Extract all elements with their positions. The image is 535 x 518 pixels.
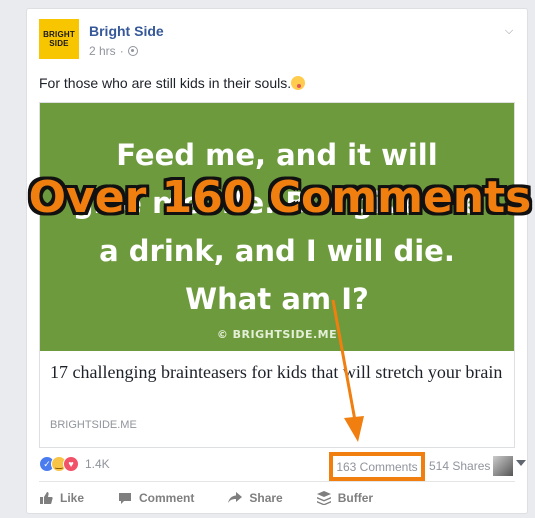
- reactions-count: 1.4K: [85, 457, 110, 471]
- overlay-annotation-label: Over 160 Comments: [28, 172, 532, 223]
- viewer-avatar[interactable]: [493, 456, 513, 476]
- image-watermark: © BRIGHTSIDE.ME: [216, 328, 338, 341]
- page-name-link[interactable]: Bright Side: [89, 23, 164, 39]
- post-timestamp[interactable]: 2 hrs: [89, 44, 116, 58]
- buffer-label: Buffer: [337, 491, 374, 505]
- share-label: Share: [249, 491, 283, 505]
- shares-count-link[interactable]: 514 Shares: [429, 459, 490, 473]
- post-header: BRIGHT SIDE Bright Side 2 hrs · ⌵: [39, 19, 515, 61]
- comments-count-link[interactable]: 163 Comments: [329, 452, 425, 481]
- caret-down-icon[interactable]: [516, 460, 526, 466]
- riddle-text: Feed me, and it will give me life. But g…: [40, 131, 514, 323]
- avatar-logo-text-1: BRIGHT: [43, 30, 75, 39]
- like-button[interactable]: Like: [39, 491, 84, 505]
- buffer-stack-icon: [316, 491, 331, 505]
- meta-separator: ·: [119, 44, 124, 58]
- link-preview[interactable]: Feed me, and it will give me life. But g…: [39, 102, 515, 448]
- link-preview-image[interactable]: Feed me, and it will give me life. But g…: [40, 103, 514, 351]
- reactions-summary[interactable]: ✓ ‿ ♥ 1.4K: [39, 456, 110, 472]
- post-meta: 2 hrs ·: [89, 44, 138, 58]
- comments-count-label: 163 Comments: [336, 459, 418, 474]
- chevron-down-icon[interactable]: ⌵: [503, 25, 515, 37]
- like-label: Like: [60, 491, 85, 505]
- comment-button[interactable]: Comment: [118, 491, 194, 505]
- riddle-line: a drink, and I will die.: [99, 234, 455, 268]
- comment-label: Comment: [139, 491, 195, 505]
- post-card: BRIGHT SIDE Bright Side 2 hrs · ⌵ For th…: [26, 8, 528, 514]
- post-actions: Like Comment Share Buffer: [39, 487, 515, 509]
- share-button[interactable]: Share: [228, 491, 283, 505]
- crazy-face-emoji-icon: [291, 76, 306, 90]
- comment-icon: [119, 493, 132, 504]
- love-icon: ♥: [63, 456, 79, 472]
- share-arrow-icon: [228, 492, 243, 503]
- globe-icon[interactable]: [127, 46, 138, 56]
- divider: [39, 481, 515, 482]
- link-domain: BRIGHTSIDE.ME: [50, 419, 137, 431]
- page-avatar[interactable]: BRIGHT SIDE: [39, 19, 79, 59]
- riddle-line: What am I?: [185, 282, 369, 316]
- link-title[interactable]: 17 challenging brainteasers for kids tha…: [50, 361, 506, 383]
- avatar-logo-text-2: SIDE: [49, 39, 69, 48]
- post-text: For those who are still kids in their so…: [39, 75, 306, 91]
- post-stats: ✓ ‿ ♥ 1.4K 163 Comments 514 Shares: [39, 452, 526, 481]
- buffer-button[interactable]: Buffer: [316, 491, 374, 505]
- thumbs-up-icon: [40, 492, 53, 504]
- post-text-content: For those who are still kids in their so…: [39, 75, 292, 91]
